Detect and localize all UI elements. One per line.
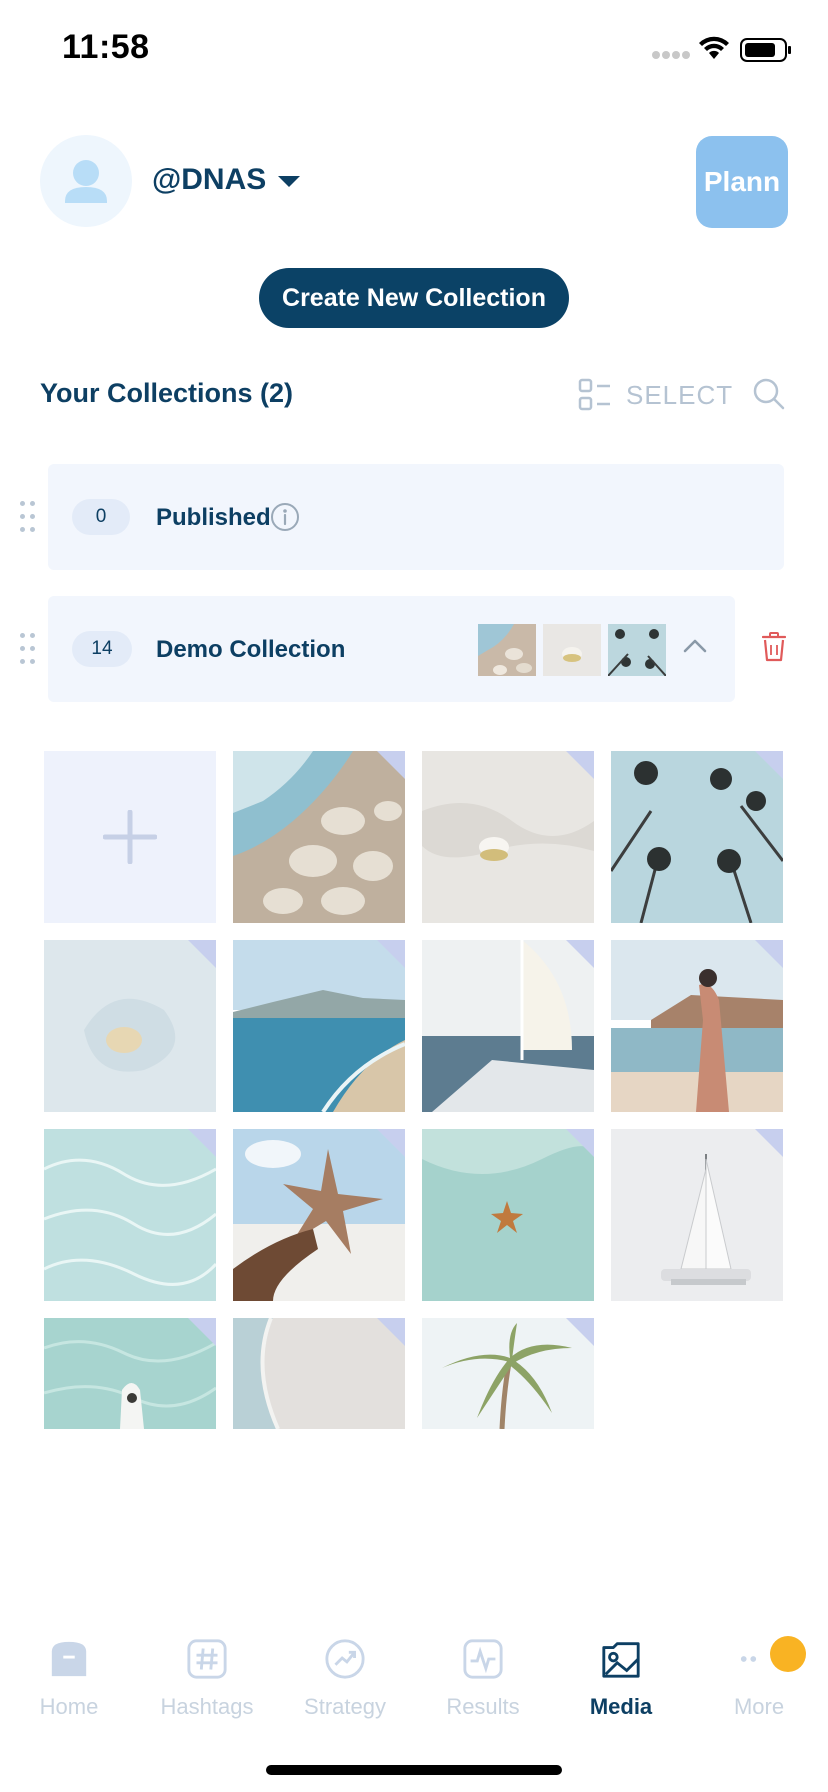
status-bar: 11:58 [0,0,828,100]
selection-corner [566,1318,594,1346]
user-placeholder-icon [65,160,107,203]
add-media-tile[interactable] [44,751,216,923]
collection-thumbnail [608,624,666,676]
tab-label: More [733,1694,785,1719]
selection-corner [377,1129,405,1157]
tab-strategy[interactable]: Strategy [276,1620,414,1720]
media-tile[interactable] [422,1318,594,1429]
tab-results[interactable]: Results [414,1620,552,1720]
media-tile[interactable] [611,751,783,923]
collection-count: 0 [72,499,130,535]
wifi-icon [699,36,729,59]
notification-badge [770,1636,806,1672]
select-list-icon [578,378,610,411]
bottom-tab-bar: Home Hashtags Strategy Results Media Mor… [0,1620,828,1720]
avatar[interactable] [40,135,132,227]
selection-corner [188,940,216,968]
battery-icon [740,38,791,62]
strategy-icon [325,1639,365,1679]
results-icon [463,1639,503,1679]
tab-home[interactable]: Home [0,1620,138,1720]
media-tile[interactable] [233,751,405,923]
media-tile[interactable] [422,751,594,923]
drag-handle-icon[interactable] [20,501,38,535]
selection-corner [188,1318,216,1346]
tab-label: Strategy [304,1694,386,1719]
status-time: 11:58 [62,28,150,66]
media-tile[interactable] [44,1318,216,1429]
selection-corner [377,1318,405,1346]
collection-name: Demo Collection [156,636,346,663]
media-tile[interactable] [422,1129,594,1301]
collection-count: 14 [72,631,132,667]
media-tile[interactable] [233,940,405,1112]
plus-icon [103,810,157,864]
selection-corner [755,940,783,968]
account-handle[interactable]: @DNAS [152,163,266,197]
info-icon[interactable] [270,502,300,532]
home-indicator [266,1765,562,1775]
account-dropdown-caret-icon[interactable] [278,176,300,187]
media-icon [602,1642,640,1678]
create-new-collection-button[interactable]: Create New Collection [259,268,569,328]
media-tile[interactable] [422,940,594,1112]
media-tile[interactable] [611,940,783,1112]
media-tile[interactable] [44,1129,216,1301]
media-tile[interactable] [611,1129,783,1301]
home-icon [51,1641,87,1677]
tab-label: Hashtags [160,1694,254,1719]
media-tile[interactable] [233,1318,405,1429]
media-tile[interactable] [233,1129,405,1301]
collections-title: Your Collections (2) [40,378,294,408]
selection-corner [755,751,783,779]
tab-hashtags[interactable]: Hashtags [138,1620,276,1720]
selection-corner [566,1129,594,1157]
tab-label: Results [446,1694,520,1719]
selection-corner [566,751,594,779]
tab-label: Media [589,1694,653,1719]
cellular-signal-icon [652,51,690,59]
selection-corner [755,1129,783,1157]
hashtag-icon [187,1639,227,1679]
media-tile[interactable] [44,940,216,1112]
selection-corner [188,1129,216,1157]
collection-row-published[interactable]: 0 Published [48,464,784,570]
collection-row-demo[interactable]: 14 Demo Collection [48,596,735,702]
plann-logo-button[interactable]: Plann [696,136,788,228]
selection-corner [566,940,594,968]
select-label: SELECT [626,379,734,410]
selection-corner [377,751,405,779]
search-icon[interactable] [752,377,786,411]
collection-thumbnail [543,624,601,676]
chevron-up-icon[interactable] [682,636,708,654]
trash-icon[interactable] [762,632,786,662]
drag-handle-icon[interactable] [20,633,38,667]
collection-thumbnail [478,624,536,676]
tab-media[interactable]: Media [552,1620,690,1720]
tab-label: Home [39,1694,99,1719]
select-button[interactable]: SELECT [578,378,733,412]
selection-corner [377,940,405,968]
tab-more[interactable]: More [690,1620,828,1720]
collection-name: Published [156,504,271,531]
